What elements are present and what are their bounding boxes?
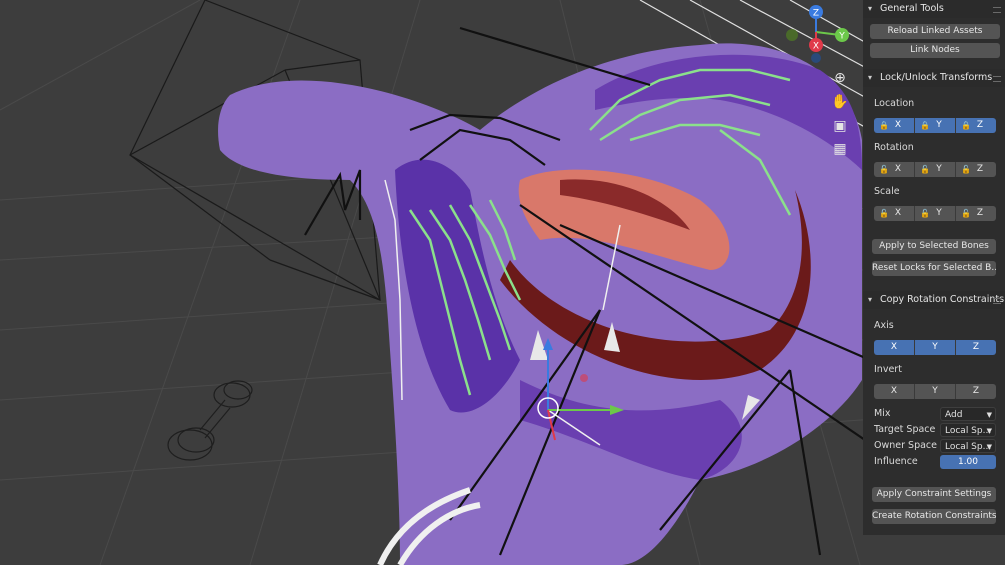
owner-space-value: Local Sp... [945,442,992,452]
unlock-icon: 🔓 [879,209,889,218]
panel-title: Lock/Unlock Transforms [880,72,993,83]
axis-label: Axis [874,320,894,331]
zoom-icon[interactable]: ⊕ [831,69,849,87]
rotation-label: Rotation [874,142,914,153]
panel-header-lock-transforms[interactable]: ▾ Lock/Unlock Transforms [863,69,1005,87]
axis-z-toggle[interactable]: Z [956,340,996,355]
mix-value: Add [945,410,963,420]
create-rotation-constraints-button[interactable]: Create Rotation Constraints [872,509,996,524]
influence-label: Influence [874,456,918,467]
lock-location-x-toggle[interactable]: 🔒 X [874,118,915,133]
panel-title: General Tools [880,3,944,14]
rotation-lock-toggles: 🔓 X 🔓 Y 🔓 Z [874,162,996,177]
panel-header-general-tools[interactable]: ▾ General Tools [863,0,1005,18]
apply-to-selected-bones-button[interactable]: Apply to Selected Bones [872,239,996,254]
reload-linked-assets-button[interactable]: Reload Linked Assets [870,24,1000,39]
invert-y-toggle[interactable]: Y [915,384,956,399]
lock-scale-z-toggle[interactable]: 🔓 Z [956,206,996,221]
invert-label: Invert [874,364,902,375]
owner-space-dropdown[interactable]: Local Sp... ▼ [940,439,996,453]
lock-scale-x-toggle[interactable]: 🔓 X [874,206,915,221]
character-mesh [218,43,862,565]
unlock-icon: 🔓 [920,165,930,174]
drag-grip-icon[interactable] [993,76,1001,82]
target-space-value: Local Sp... [945,426,992,436]
chevron-down-icon: ▼ [986,427,992,435]
unlock-icon: 🔓 [879,165,889,174]
gizmo-x-label: X [813,42,819,52]
invert-x-toggle[interactable]: X [874,384,915,399]
panel-title: Copy Rotation Constraints [880,294,1005,305]
influence-slider[interactable]: 1.00 [940,455,996,469]
axis-gizmo: Z Y X [786,5,849,63]
link-nodes-button[interactable]: Link Nodes [870,43,1000,58]
grid-view-icon[interactable]: ▦ [831,140,849,158]
blender-window: Z Y X ⊕ ✋ ▣ ▦ ▾ General Tools Reload Lin… [0,0,1005,565]
lock-rotation-z-toggle[interactable]: 🔓 Z [956,162,996,177]
gizmo-z-label: Z [813,9,819,19]
owner-space-label: Owner Space [874,440,937,451]
axis-x-toggle[interactable]: X [874,340,915,355]
lock-location-y-toggle[interactable]: 🔒 Y [915,118,956,133]
lock-rotation-y-toggle[interactable]: 🔓 Y [915,162,956,177]
viewport-scene[interactable]: Z Y X [0,0,1005,565]
chevron-down-icon: ▼ [986,443,992,451]
lock-icon: 🔒 [961,121,971,130]
lock-location-z-toggle[interactable]: 🔒 Z [956,118,996,133]
invert-z-toggle[interactable]: Z [956,384,996,399]
scale-label: Scale [874,186,900,197]
lock-scale-y-toggle[interactable]: 🔓 Y [915,206,956,221]
invert-toggles: X Y Z [874,384,996,399]
light-object [167,380,253,461]
scale-lock-toggles: 🔓 X 🔓 Y 🔓 Z [874,206,996,221]
3d-viewport[interactable]: Z Y X [0,0,1005,565]
axis-toggles: X Y Z [874,340,996,355]
unlock-icon: 🔓 [961,165,971,174]
lock-icon: 🔒 [879,121,889,130]
chevron-down-icon: ▼ [986,411,992,419]
target-space-label: Target Space [874,424,936,435]
location-lock-toggles: 🔒 X 🔒 Y 🔒 Z [874,118,996,133]
drag-grip-icon[interactable] [993,298,1001,304]
lock-icon: 🔒 [920,121,930,130]
lock-rotation-x-toggle[interactable]: 🔓 X [874,162,915,177]
hand-pan-icon[interactable]: ✋ [831,93,849,111]
target-space-dropdown[interactable]: Local Sp... ▼ [940,423,996,437]
apply-constraint-settings-button[interactable]: Apply Constraint Settings [872,487,996,502]
chevron-down-icon: ▾ [868,4,873,13]
mix-dropdown[interactable]: Add ▼ [940,407,996,421]
mix-label: Mix [874,408,891,419]
panel-header-copy-rotation[interactable]: ▾ Copy Rotation Constraints [863,291,1005,309]
drag-grip-icon[interactable] [993,7,1001,13]
unlock-icon: 🔓 [920,209,930,218]
chevron-down-icon: ▾ [868,295,873,304]
reset-locks-button[interactable]: Reset Locks for Selected B... [872,261,996,276]
camera-icon[interactable]: ▣ [831,117,849,135]
gizmo-y-label: Y [838,32,845,42]
location-label: Location [874,98,915,109]
axis-y-toggle[interactable]: Y [915,340,956,355]
chevron-down-icon: ▾ [868,73,873,82]
unlock-icon: 🔓 [961,209,971,218]
